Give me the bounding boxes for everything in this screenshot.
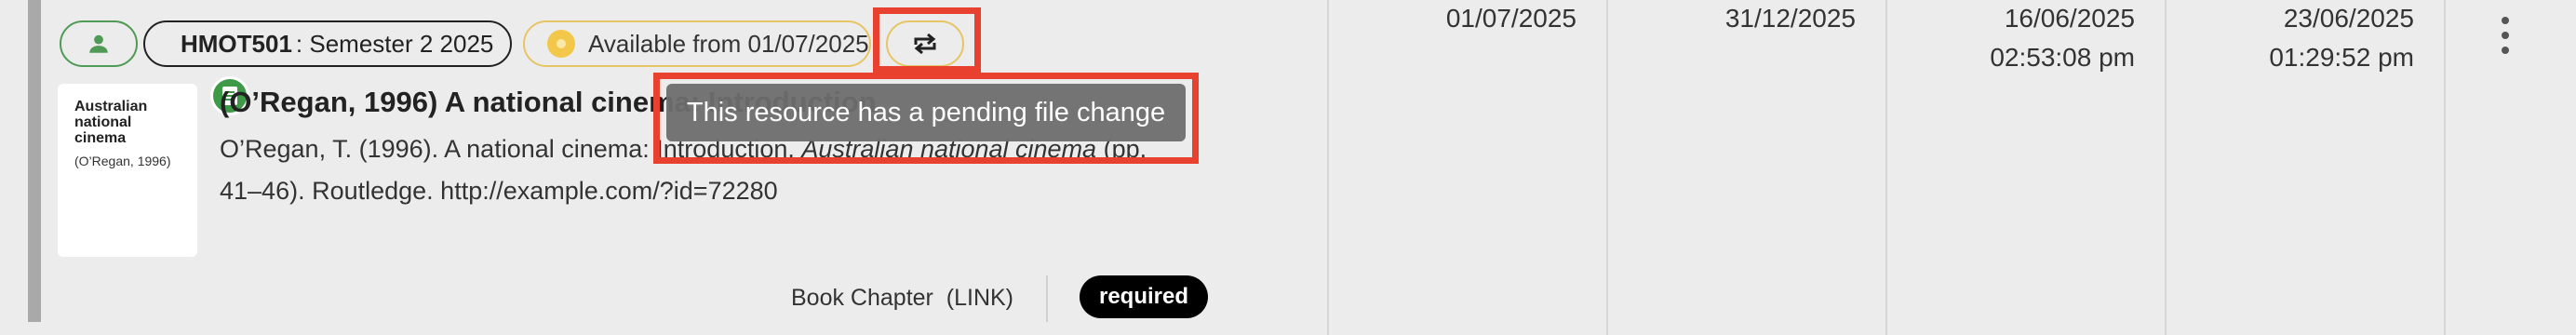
resource-thumbnail[interactable]: Australian national cinema (O’Regan, 199… <box>58 84 197 257</box>
course-chip[interactable]: HMOT501 : Semester 2 2025 <box>143 20 512 67</box>
start-date: 01/07/2025 <box>1445 4 1576 33</box>
availability-label: Available from 01/07/2025 <box>588 29 869 58</box>
column-divider <box>1885 0 1887 335</box>
column-divider <box>1327 0 1329 335</box>
link-label[interactable]: (LINK) <box>946 285 1013 311</box>
status-badge[interactable]: required <box>1080 275 1208 318</box>
more-options-icon[interactable] <box>2494 17 2516 54</box>
thumbnail-title: Australian national cinema <box>74 99 148 146</box>
user-chip[interactable] <box>60 20 138 67</box>
resource-type: Book Chapter (LINK) <box>791 285 1013 312</box>
reading-list-row: HMOT501 : Semester 2 2025 Available from… <box>0 0 2576 335</box>
availability-chip[interactable]: Available from 01/07/2025 <box>523 20 871 67</box>
updated-time: 01:29:52 pm <box>2269 43 2414 72</box>
row-left-bar <box>28 0 41 322</box>
updated-date: 23/06/2025 <box>2283 4 2414 33</box>
column-divider <box>1606 0 1608 335</box>
column-divider <box>2444 0 2446 335</box>
user-icon <box>89 34 108 53</box>
thumbnail-subtitle: (O’Regan, 1996) <box>74 154 171 168</box>
resource-type-label: Book Chapter <box>791 285 933 311</box>
availability-dot-icon <box>547 30 575 58</box>
course-code: HMOT501 <box>181 29 292 58</box>
end-date: 31/12/2025 <box>1724 4 1856 33</box>
course-term: : Semester 2 2025 <box>295 29 494 58</box>
column-divider <box>2165 0 2167 335</box>
highlight-sync-box <box>873 7 981 73</box>
created-date: 16/06/2025 <box>2004 4 2135 33</box>
divider <box>1046 275 1048 322</box>
created-time: 02:53:08 pm <box>1990 43 2135 72</box>
highlight-tooltip-box <box>653 73 1199 164</box>
